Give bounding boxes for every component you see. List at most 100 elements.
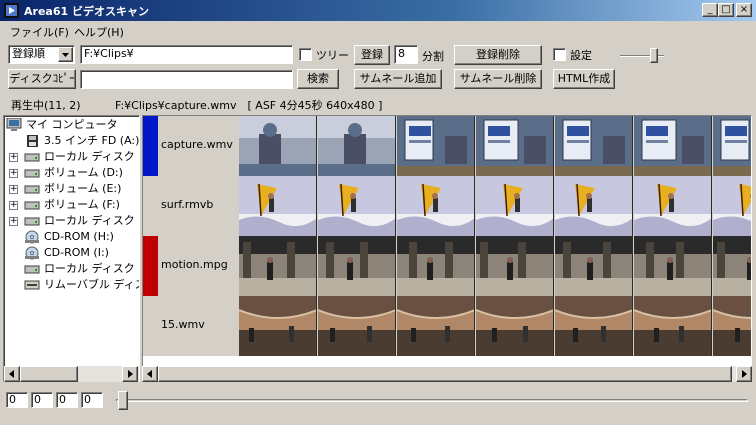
counter-value: 0 (34, 393, 41, 406)
title-bar: Area61 ビデオスキャン _ □ × (0, 0, 756, 21)
video-row[interactable]: surf.rmvb (143, 176, 751, 236)
size-trackbar-thumb[interactable] (650, 48, 658, 63)
video-thumbnail-grid[interactable]: capture.wmv surf.rmvb motion.mpg 15.wmv (142, 115, 752, 367)
video-thumbnail[interactable] (239, 176, 317, 236)
add-thumbnail-button[interactable]: サムネール追加 (354, 69, 442, 89)
sort-order-dropdown-button[interactable] (58, 47, 73, 62)
register-button[interactable]: 登録 (354, 45, 390, 65)
video-thumbnail[interactable] (634, 236, 712, 296)
video-thumbnail[interactable] (318, 296, 396, 356)
thumbnail-image (476, 116, 553, 176)
arrow-right-icon (742, 370, 747, 378)
video-thumbnail[interactable] (476, 296, 554, 356)
video-name: 15.wmv (161, 318, 205, 331)
expand-icon[interactable]: + (9, 185, 18, 194)
video-thumbnail[interactable] (476, 116, 554, 176)
arrow-right-icon (128, 370, 133, 378)
menu-file[interactable]: ファイル(F) (10, 24, 69, 40)
delete-registration-button[interactable]: 登録削除 (454, 45, 542, 65)
tree-checkbox[interactable] (299, 48, 312, 61)
disc-copy-button[interactable]: ディスクｺﾋﾟｰ (8, 69, 76, 89)
removable-drive-icon (24, 280, 40, 290)
video-name: surf.rmvb (161, 198, 214, 211)
search-button[interactable]: 検索 (297, 69, 339, 89)
video-thumbnail[interactable] (555, 296, 633, 356)
tree-item-label: 3.5 インチ FD (A:) (44, 134, 140, 147)
counter-minutes[interactable]: 0 (31, 392, 53, 408)
seek-thumb[interactable] (118, 391, 128, 410)
video-thumbnail[interactable] (397, 176, 475, 236)
video-thumbnail[interactable] (239, 116, 317, 176)
playback-seek-slider[interactable] (116, 390, 748, 412)
tree-checkbox-label: ツリー (316, 49, 349, 62)
counter-value: 0 (59, 393, 66, 406)
video-row[interactable]: capture.wmv (143, 116, 751, 176)
video-thumbnail[interactable] (634, 116, 712, 176)
video-thumbnail[interactable] (318, 116, 396, 176)
grid-scroll-left-button[interactable] (142, 366, 158, 382)
settings-checkbox[interactable] (553, 48, 566, 61)
thumbnail-image (239, 296, 316, 356)
video-thumbnail[interactable] (634, 296, 712, 356)
thumbnail-image (239, 116, 316, 176)
video-thumbnail[interactable] (476, 176, 554, 236)
video-thumbnail[interactable] (397, 236, 475, 296)
video-thumbnail[interactable] (318, 176, 396, 236)
minimize-button[interactable]: _ (702, 3, 718, 17)
thumbnail-image (318, 116, 395, 176)
hard-drive-icon (24, 153, 40, 162)
arrow-left-icon (147, 370, 152, 378)
tree-item-label: ボリューム (F:) (44, 198, 120, 211)
video-thumbnail[interactable] (555, 176, 633, 236)
video-thumbnail[interactable] (634, 176, 712, 236)
video-thumbnail[interactable] (239, 236, 317, 296)
expand-icon[interactable]: + (9, 217, 18, 226)
expand-icon[interactable]: + (9, 201, 18, 210)
video-thumbnail[interactable] (713, 116, 751, 176)
video-thumbnail[interactable] (397, 116, 475, 176)
video-thumbnail[interactable] (397, 296, 475, 356)
video-thumbnail[interactable] (318, 236, 396, 296)
counter-frames[interactable]: 0 (81, 392, 103, 408)
playing-status: 再生中(11, 2) (11, 99, 81, 112)
expand-icon[interactable]: + (9, 153, 18, 162)
video-row[interactable]: motion.mpg (143, 236, 751, 296)
grid-scroll-thumb[interactable] (158, 366, 732, 382)
computer-icon (6, 118, 22, 131)
thumbnail-image (713, 116, 751, 176)
sort-order-value: 登録順 (12, 47, 45, 60)
cd-rom-icon (25, 230, 39, 244)
thumbnail-image (634, 236, 711, 296)
maximize-button[interactable]: □ (718, 3, 734, 17)
video-thumbnail[interactable] (239, 296, 317, 356)
video-thumbnail[interactable] (713, 296, 751, 356)
video-thumbnail[interactable] (555, 116, 633, 176)
video-thumbnail[interactable] (555, 236, 633, 296)
delete-thumbnail-button[interactable]: サムネール削除 (454, 69, 542, 89)
close-button[interactable]: × (736, 3, 752, 17)
expand-icon[interactable]: + (9, 169, 18, 178)
tree-scroll-thumb[interactable] (20, 366, 78, 382)
path-input[interactable]: F:¥Clips¥ (80, 45, 293, 64)
counter-seconds[interactable]: 0 (56, 392, 78, 408)
search-input[interactable] (80, 70, 293, 89)
folder-tree[interactable]: マイ コンピュータ 3.5 インチ FD (A:) + ローカル ディスク + ボリュー… (3, 115, 140, 382)
video-thumbnail[interactable] (476, 236, 554, 296)
thumbnail-image (397, 296, 474, 356)
tree-scroll-right-button[interactable] (122, 366, 138, 382)
hard-drive-icon (24, 169, 40, 178)
grid-scroll-right-button[interactable] (736, 366, 752, 382)
video-thumbnail[interactable] (713, 176, 751, 236)
menu-help[interactable]: ヘルプ(H) (74, 24, 124, 40)
video-name: motion.mpg (161, 258, 228, 271)
split-count-input[interactable]: 8 (394, 45, 418, 64)
size-trackbar[interactable] (620, 48, 664, 64)
video-row[interactable]: 15.wmv (143, 296, 751, 356)
tree-scroll-left-button[interactable] (4, 366, 20, 382)
app-icon (4, 3, 19, 18)
counter-hours[interactable]: 0 (6, 392, 28, 408)
video-thumbnail[interactable] (713, 236, 751, 296)
html-create-button[interactable]: HTML作成 (553, 69, 615, 89)
arrow-left-icon (9, 370, 14, 378)
thumbnail-image (555, 236, 632, 296)
